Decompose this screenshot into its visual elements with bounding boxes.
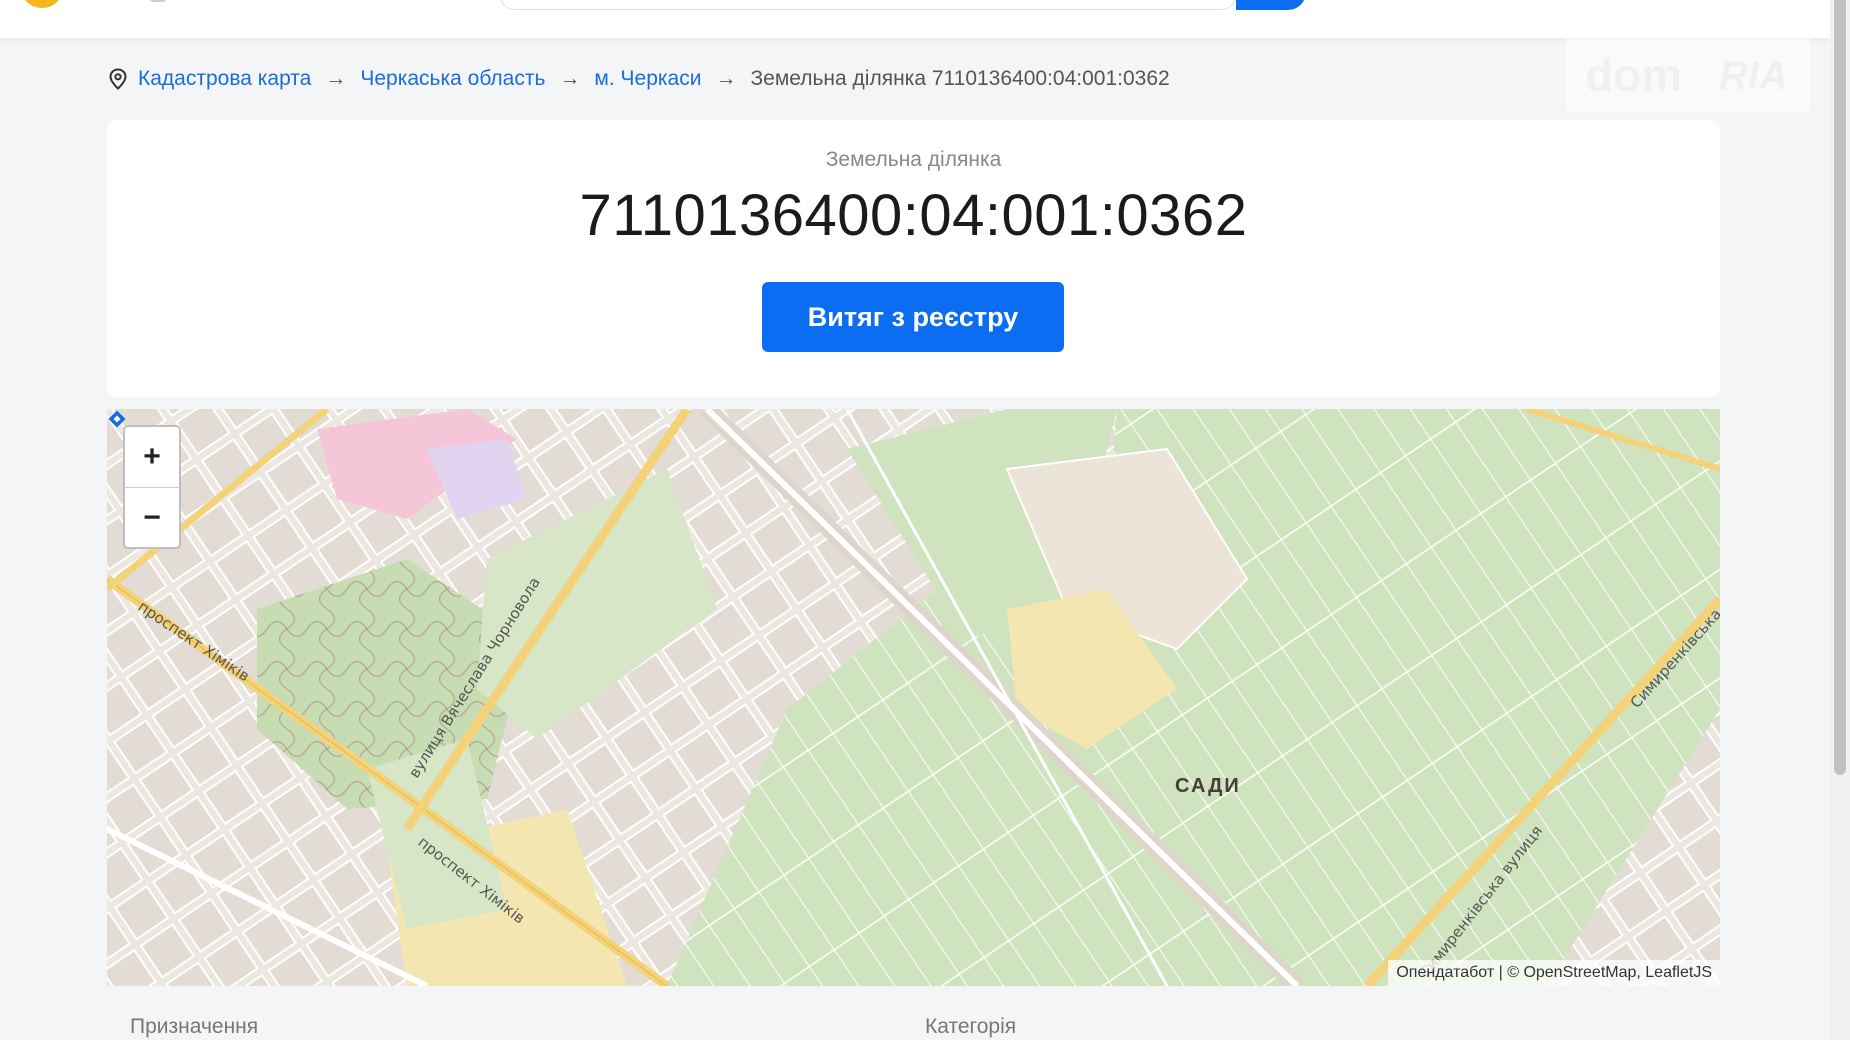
map-pin-icon: [109, 68, 127, 90]
dom-ria-watermark-logo: dom RIA: [1565, 36, 1811, 112]
breadcrumb-separator: →: [325, 67, 347, 90]
parcel-type-label: Земельна ділянка: [825, 148, 1002, 171]
purpose-label: Призначення: [130, 1015, 259, 1038]
watermark-dom-mark: dom: [1585, 48, 1682, 102]
breadcrumb-separator: →: [715, 67, 737, 90]
breadcrumb-current: Земельна ділянка 7110136400:04:001:0362: [750, 67, 1170, 90]
breadcrumb-region[interactable]: Черкаська область: [360, 67, 545, 91]
parcel-header-card: Земельна ділянка 7110136400:04:001:0362 …: [107, 120, 1720, 397]
zoom-in-button[interactable]: +: [125, 427, 179, 487]
map-tiles[interactable]: проспект Хіміків проспект Хіміків вулиця…: [107, 409, 1720, 986]
breadcrumb-separator: →: [559, 67, 581, 90]
map-zoom-control: + −: [123, 425, 181, 549]
watermark-ria-mark: RIA: [1719, 54, 1788, 99]
breadcrumb-city[interactable]: м. Черкаси: [594, 67, 701, 91]
zoom-out-button[interactable]: −: [125, 487, 179, 547]
scrollbar-thumb[interactable]: [1834, 0, 1846, 775]
cadastral-map[interactable]: проспект Хіміків проспект Хіміків вулиця…: [107, 409, 1720, 986]
poi-label-gardens[interactable]: САДИ: [1175, 775, 1241, 798]
breadcrumb: Кадастрова карта → Черкаська область → м…: [108, 64, 1170, 94]
breadcrumb-cadastral-map[interactable]: Кадастрова карта: [138, 67, 311, 91]
cadastral-number-title: 7110136400:04:001:0362: [579, 183, 1248, 248]
registry-extract-button[interactable]: Витяг з реєстру: [762, 282, 1064, 352]
logo-text-fragment: [148, 0, 168, 2]
page-scrollbar[interactable]: [1830, 0, 1850, 1040]
logo-icon[interactable]: [20, 0, 64, 8]
search-button[interactable]: [1236, 0, 1306, 10]
map-attribution[interactable]: Опендатабот | © OpenStreetMap, LeafletJS: [1388, 960, 1720, 986]
search-input[interactable]: [500, 0, 1236, 10]
category-label: Категорія: [925, 1015, 1017, 1038]
top-header: [0, 0, 1830, 38]
